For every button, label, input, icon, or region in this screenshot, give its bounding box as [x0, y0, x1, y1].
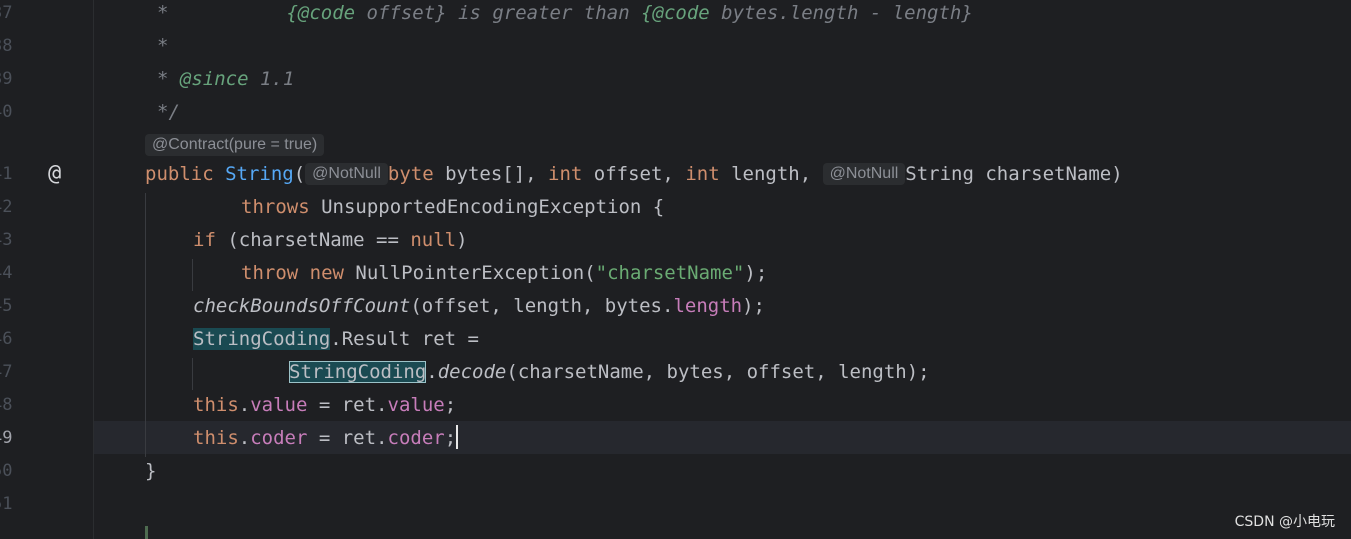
code-line-43[interactable]: if (charsetName == null) [193, 224, 468, 257]
override-at-icon[interactable]: @ [48, 161, 61, 186]
line-number[interactable]: 43 [0, 230, 16, 250]
doc-text: bytes.length - length} [709, 2, 973, 24]
field-length: length [673, 295, 743, 317]
field-value: value [250, 394, 308, 416]
code-line-46[interactable]: StringCoding.Result ret = [193, 323, 479, 356]
field-value: value [387, 394, 445, 416]
code-text: ); [744, 262, 768, 284]
line-number[interactable]: 47 [0, 362, 16, 382]
code-line-49[interactable]: this.coder = ret.coder; [193, 422, 459, 455]
paren: ( [293, 163, 306, 185]
gutter-separator [93, 0, 94, 539]
code-line-47[interactable]: StringCoding.decode(charsetName, bytes, … [289, 356, 930, 389]
line-number[interactable]: 40 [0, 102, 16, 122]
code-line-40[interactable]: */ [157, 96, 180, 129]
line-number[interactable]: 51 [0, 494, 16, 514]
constructor-name: String [225, 163, 294, 185]
code-text: ); [742, 295, 765, 317]
contract-inlay-hint[interactable]: @Contract(pure = true) [145, 134, 325, 156]
code-line-44[interactable]: throw new NullPointerException("charsetN… [241, 257, 767, 290]
keyword-new: new [309, 262, 344, 284]
string-literal: "charsetName" [595, 262, 745, 284]
doc-since-tag: @since [179, 68, 249, 90]
usage-highlight: StringCoding [193, 328, 331, 350]
code-line-39[interactable]: * @since 1.1 [157, 63, 294, 96]
doc-text: offset} is greater than [355, 2, 642, 24]
keyword-throws: throws [241, 196, 310, 218]
keyword-this: this [193, 427, 239, 449]
line-number-current[interactable]: 49 [0, 428, 16, 448]
doc-code-tag: {@code [641, 2, 710, 24]
code-text: = ret. [307, 427, 388, 449]
code-line-45[interactable]: checkBoundsOffCount(offset, length, byte… [193, 290, 765, 323]
doc-star: * [157, 35, 169, 57]
doc-comment-marker [145, 526, 148, 539]
notnull-inlay-hint[interactable]: @NotNull [822, 163, 906, 185]
code-line-48[interactable]: this.value = ret.value; [193, 389, 456, 422]
line-number[interactable]: 50 [0, 461, 16, 481]
param-text: length, [719, 163, 823, 185]
code-text: ; [444, 394, 457, 416]
param-text: offset, [582, 163, 686, 185]
param-text: bytes[], [433, 163, 549, 185]
doc-star: * [157, 68, 180, 90]
closing-brace: } [145, 460, 157, 482]
watermark: CSDN @小电玩 [1234, 514, 1335, 530]
field-coder: coder [250, 427, 308, 449]
static-method-call: checkBoundsOffCount [193, 295, 411, 317]
doc-end: */ [157, 101, 180, 123]
code-text: . [238, 427, 251, 449]
indent-guide [145, 193, 146, 457]
code-text: .Result ret = [330, 328, 479, 350]
line-number[interactable]: 42 [0, 197, 16, 217]
code-line-42[interactable]: throws UnsupportedEncodingException { [241, 191, 664, 224]
keyword-if: if [193, 229, 216, 251]
line-number[interactable]: 45 [0, 296, 16, 316]
code-text: (charsetName == [215, 229, 411, 251]
keyword-null: null [410, 229, 457, 251]
code-text: NullPointerException( [343, 262, 596, 284]
code-text: (offset, length, bytes. [410, 295, 674, 317]
keyword-int: int [685, 163, 720, 185]
doc-version: 1.1 [248, 68, 295, 90]
contract-inlay-line: @Contract(pure = true) [145, 131, 325, 159]
code-text: (charsetName, bytes, offset, length); [506, 361, 930, 383]
line-number[interactable]: 44 [0, 263, 16, 283]
field-coder: coder [387, 427, 445, 449]
doc-code-tag: {@code [286, 2, 356, 24]
code-line-50[interactable]: } [145, 455, 156, 488]
usage-highlight-selected: StringCoding [289, 361, 427, 383]
code-text: UnsupportedEncodingException { [309, 196, 665, 218]
line-number[interactable]: 38 [0, 36, 16, 56]
code-line-41[interactable]: public String(@NotNull byte bytes[], int … [145, 158, 1123, 191]
keyword-byte: byte [387, 163, 434, 185]
notnull-inlay-hint[interactable]: @NotNull [305, 163, 388, 185]
text-caret [456, 425, 459, 449]
keyword-throw: throw [241, 262, 299, 284]
code-text: ; [444, 427, 457, 449]
keyword-this: this [193, 394, 239, 416]
line-number[interactable]: 41 [0, 164, 16, 184]
line-number[interactable]: 37 [0, 3, 16, 23]
static-method-call: decode [437, 361, 507, 383]
code-text: . [238, 394, 251, 416]
code-text: . [426, 361, 438, 383]
code-line-37[interactable]: * {@code offset} is greater than {@code b… [157, 0, 973, 30]
line-number[interactable]: 46 [0, 329, 16, 349]
line-number[interactable]: 48 [0, 395, 16, 415]
doc-star: * [157, 2, 169, 24]
indent-guide [192, 259, 193, 291]
line-number[interactable]: 39 [0, 69, 16, 89]
code-line-38[interactable]: * [157, 30, 168, 63]
indent-guide [192, 358, 193, 390]
code-text: = ret. [307, 394, 388, 416]
keyword-int: int [548, 163, 583, 185]
keyword-public: public [145, 163, 226, 185]
code-text: ) [456, 229, 468, 251]
param-text: String charsetName) [905, 163, 1123, 185]
